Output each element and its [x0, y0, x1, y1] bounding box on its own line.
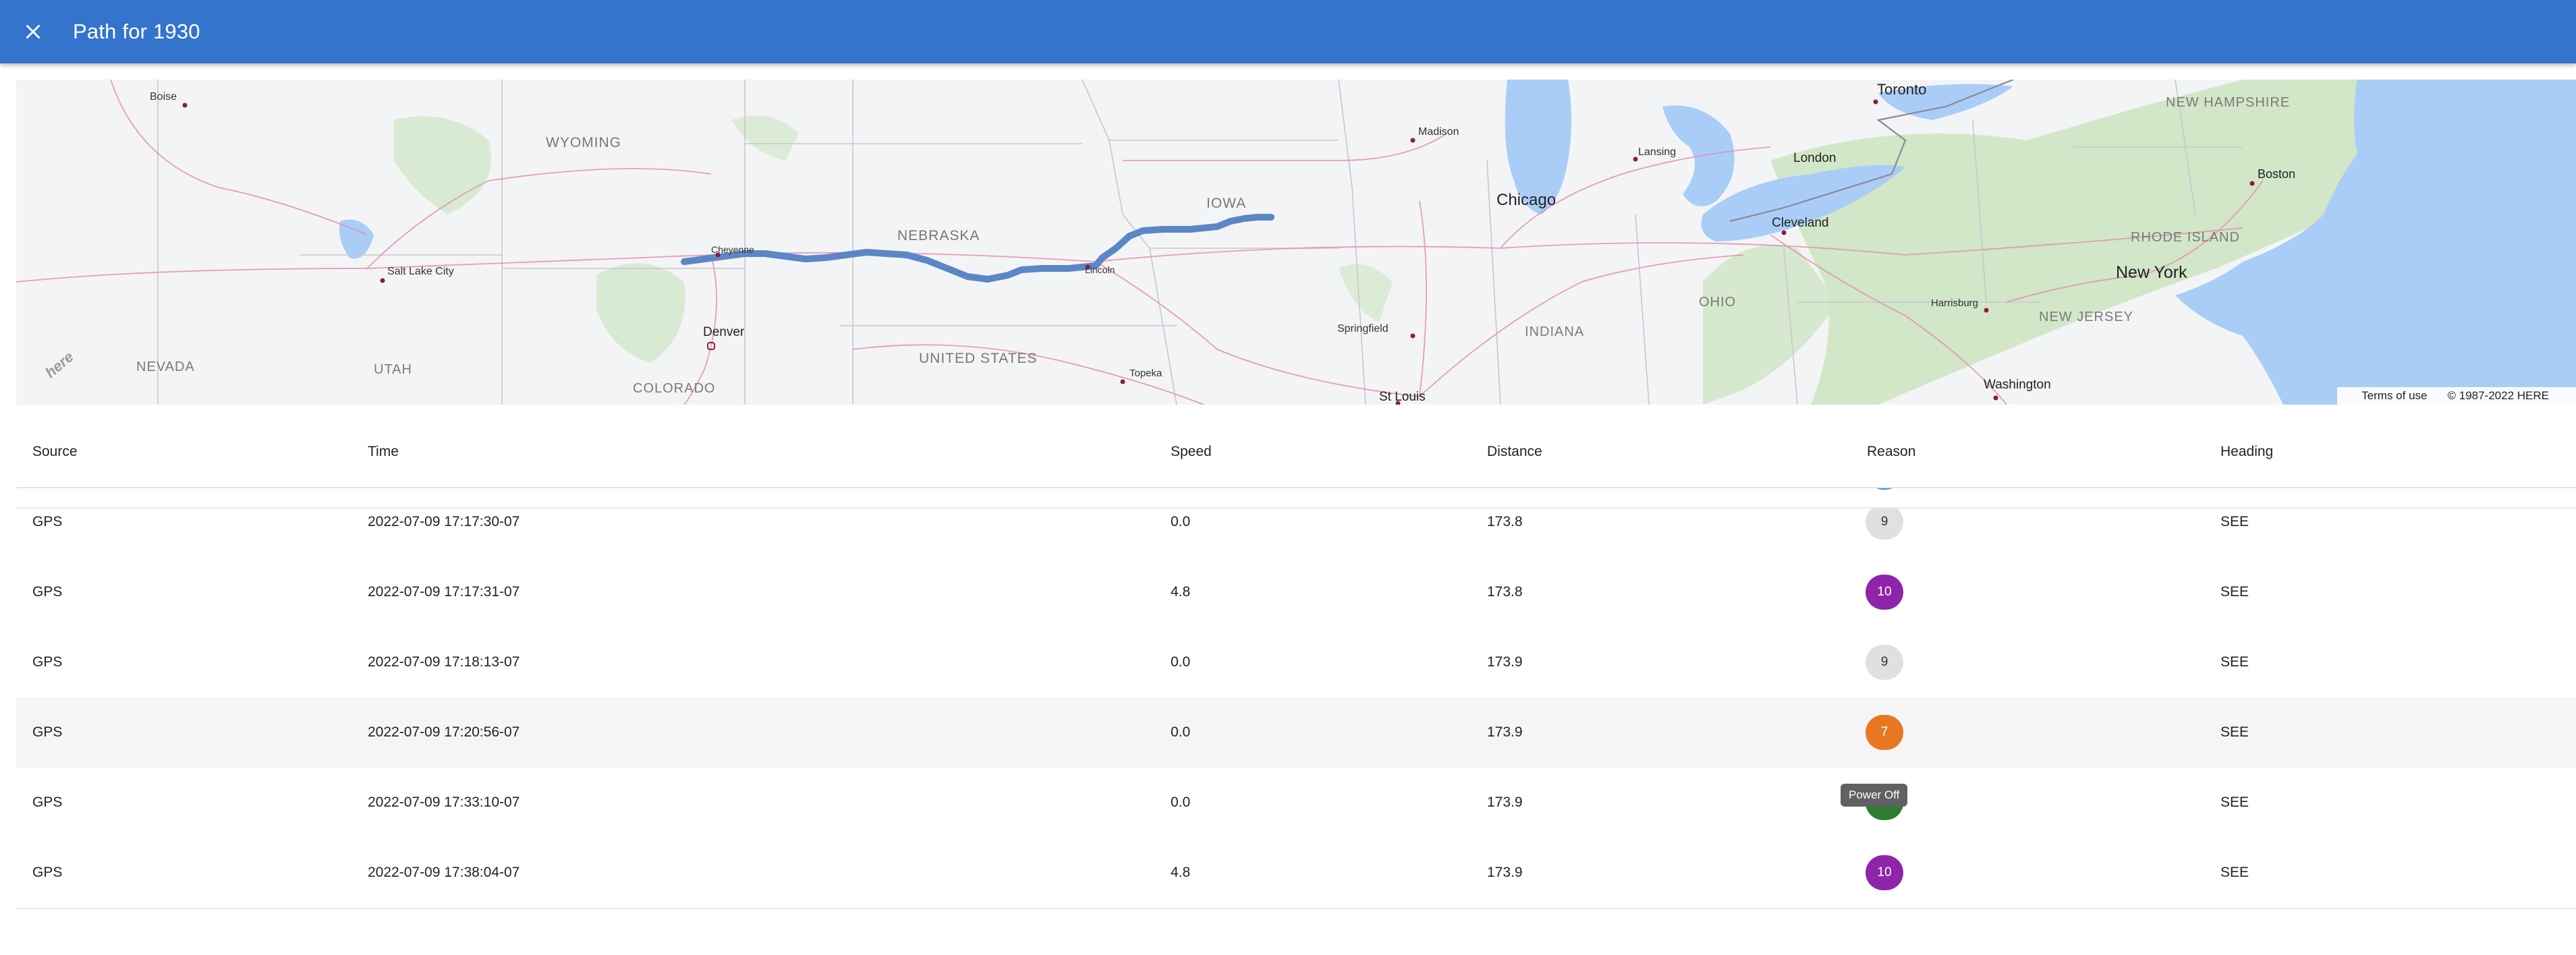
- page-title: Path for 1930: [73, 20, 200, 43]
- label-boise: Boise: [150, 91, 177, 103]
- column-distance[interactable]: Distance: [1487, 444, 1542, 460]
- label-rhode-island: RHODE ISLAND: [2131, 230, 2240, 245]
- reason-cell: 7: [1866, 697, 1903, 768]
- heading-cell: SEE: [2220, 865, 2249, 880]
- source-cell: GPS: [32, 794, 63, 810]
- label-new-jersey: NEW JERSEY: [2039, 310, 2133, 324]
- time-cell: 2022-07-09 17:17:31-07: [368, 584, 520, 600]
- table-header: Source Time Speed Distance Reason Headin…: [16, 417, 2576, 488]
- path-table: Source Time Speed Distance Reason Headin…: [16, 417, 2576, 955]
- label-new-york: New York: [2116, 263, 2187, 282]
- app-bar: Path for 1930: [0, 0, 2576, 63]
- label-chicago: Chicago: [1496, 191, 1556, 209]
- distance-cell: 173.9: [1487, 724, 1523, 740]
- reason-badge[interactable]: 9: [1866, 645, 1903, 680]
- label-salt-lake-city: Salt Lake City: [387, 266, 454, 277]
- source-cell: GPS: [32, 654, 63, 670]
- label-new-hampshire: NEW HAMPSHIRE: [2166, 95, 2290, 110]
- source-cell: GPS: [32, 865, 63, 880]
- label-cleveland: Cleveland: [1772, 216, 1829, 230]
- close-icon: [26, 24, 40, 39]
- label-lincoln: Lincoln: [1085, 264, 1115, 275]
- time-cell: 2022-07-09 17:33:10-07: [368, 794, 520, 810]
- speed-cell: 0.0: [1171, 654, 1191, 670]
- distance-cell: 173.8: [1487, 584, 1523, 600]
- column-speed[interactable]: Speed: [1171, 444, 1212, 460]
- table-row[interactable]: GPS 2022-07-09 17:18:13-07 0.0 173.9 9 SEE: [16, 627, 2576, 699]
- column-time[interactable]: Time: [368, 444, 399, 460]
- label-iowa: IOWA: [1206, 196, 1246, 211]
- column-reason[interactable]: Reason: [1867, 444, 1915, 460]
- label-lansing: Lansing: [1638, 146, 1676, 158]
- label-boston: Boston: [2258, 167, 2295, 181]
- column-source[interactable]: Source: [32, 444, 78, 460]
- speed-cell: 4.8: [1171, 865, 1191, 880]
- time-cell: 2022-07-09 17:20:56-07: [368, 724, 520, 740]
- label-utah: UTAH: [374, 362, 412, 377]
- reason-cell: 10: [1866, 838, 1903, 908]
- table-row[interactable]: GPS2022-07-09 17:33:10-070.0173.912SEE: [16, 768, 2576, 839]
- reason-cell: 10: [1866, 557, 1903, 627]
- label-st-louis: St Louis: [1379, 390, 1426, 404]
- label-ohio: OHIO: [1699, 295, 1736, 310]
- time-cell: 2022-07-09 17:18:13-07: [368, 654, 520, 670]
- close-button[interactable]: [18, 16, 49, 47]
- label-denver: Denver: [703, 325, 745, 339]
- distance-cell: 173.9: [1487, 794, 1523, 810]
- label-topeka: Topeka: [1129, 368, 1163, 379]
- distance-cell: 173.9: [1487, 654, 1523, 670]
- table-row[interactable]: GPS 2022-07-09 17:38:04-07 4.8 173.9 10 SEE: [16, 838, 2576, 909]
- label-madison: Madison: [1418, 126, 1459, 138]
- label-united-states: UNITED STATES: [919, 351, 1038, 366]
- reason-cell: 9: [1866, 627, 1903, 697]
- distance-cell: 173.9: [1487, 865, 1523, 880]
- speed-cell: 4.8: [1171, 584, 1191, 600]
- table-row[interactable]: GPS 2022-07-09 17:17:31-07 4.8 173.8 10 SEE: [16, 557, 2576, 629]
- reason-badge[interactable]: 10: [1866, 855, 1903, 890]
- label-springfield: Springfield: [1337, 323, 1389, 335]
- reason-badge[interactable]: 7: [1866, 715, 1903, 750]
- label-colorado: COLORADO: [633, 381, 715, 396]
- label-london: London: [1793, 151, 1836, 165]
- label-harrisburg: Harrisburg: [1931, 297, 1978, 309]
- label-toronto: Toronto: [1877, 81, 1926, 98]
- label-washington: Washington: [1984, 378, 2051, 392]
- reason-badge[interactable]: 9: [1866, 504, 1903, 540]
- source-cell: GPS: [32, 724, 63, 740]
- reason-badge[interactable]: 10: [1866, 575, 1903, 610]
- speed-cell: 0.0: [1171, 794, 1191, 810]
- column-heading[interactable]: Heading: [2220, 444, 2273, 460]
- heading-cell: SEE: [2220, 654, 2249, 670]
- table-row[interactable]: GPS 2022-07-09 17:20:56-07 0.0 173.9 7 SEE: [16, 697, 2576, 769]
- label-wyoming: WYOMING: [546, 135, 621, 150]
- speed-cell: 0.0: [1171, 724, 1191, 740]
- terms-of-use-link[interactable]: Terms of use: [2361, 389, 2427, 403]
- map-footer: Terms of use © 1987-2022 HERE: [2337, 387, 2576, 405]
- label-indiana: INDIANA: [1525, 324, 1584, 339]
- map-canvas: Boise WYOMING NEBRASKA IOWA Madison Chic…: [16, 80, 2576, 405]
- label-nebraska: NEBRASKA: [897, 228, 980, 243]
- reason-tooltip: Power Off: [1841, 784, 1908, 807]
- heading-cell: SEE: [2220, 724, 2249, 740]
- heading-cell: SEE: [2220, 794, 2249, 810]
- map-copyright: © 1987-2022 HERE: [2447, 389, 2549, 402]
- route-map[interactable]: Boise WYOMING NEBRASKA IOWA Madison Chic…: [16, 80, 2576, 405]
- time-cell: 2022-07-09 17:38:04-07: [368, 865, 520, 880]
- heading-cell: SEE: [2220, 584, 2249, 600]
- label-cheyenne: Cheyenne: [711, 244, 754, 255]
- label-nevada: NEVADA: [136, 359, 195, 374]
- source-cell: GPS: [32, 584, 63, 600]
